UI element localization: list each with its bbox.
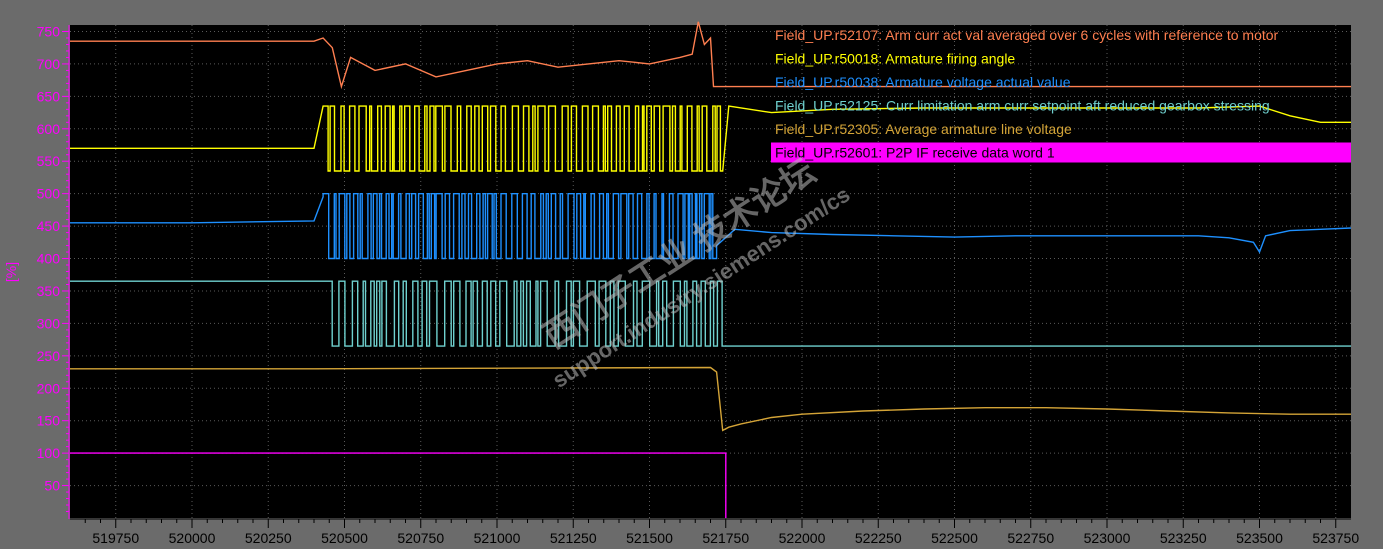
x-tick-label: 523500 [1236,530,1283,546]
x-tick-label: 521000 [474,530,521,546]
legend-entry: Field_UP.r50018: Armature firing angle [775,51,1015,67]
x-tick-label: 523750 [1312,530,1359,546]
y-axis: 50 100 150 200 250 300 350 400 450 500 550 600 650 70… [37,23,70,519]
trend-chart: 50 100 150 200 250 300 350 400 450 500 550 600 650 70… [3,21,1359,546]
y-tick-label: 550 [37,153,61,169]
x-axis: 519750 520000 520250 520500 520750 521000 5212… [70,518,1359,546]
x-tick-label: 519750 [92,530,139,546]
legend-entry: Field_UP.r52305: Average armature line v… [775,121,1072,137]
y-tick-label: 750 [37,23,61,39]
y-tick-label: 350 [37,283,61,299]
x-tick-label: 523000 [1084,530,1131,546]
y-tick-label: 400 [37,251,61,267]
x-tick-label: 520000 [169,530,216,546]
x-tick-label: 522500 [931,530,978,546]
y-tick-label: 650 [37,88,61,104]
x-tick-label: 521500 [626,530,673,546]
x-tick-label: 520250 [245,530,292,546]
y-tick-label: 250 [37,348,61,364]
y-tick-label: 150 [37,413,61,429]
legend-entry: Field_UP.r52125: Curr limitation arm cur… [775,98,1270,114]
y-tick-label: 600 [37,121,61,137]
x-tick-label: 520750 [397,530,444,546]
y-axis-label: [%] [3,262,19,282]
y-tick-label: 500 [37,186,61,202]
x-tick-label: 522000 [779,530,826,546]
y-tick-label: 450 [37,218,61,234]
x-tick-label: 523250 [1160,530,1207,546]
x-tick-label: 522250 [855,530,902,546]
legend-entry: Field_UP.r50038: Armature voltage actual… [775,74,1071,90]
legend-entry: Field_UP.r52601: P2P IF receive data wor… [775,145,1055,161]
x-tick-label: 520500 [321,530,368,546]
x-tick-label: 522750 [1007,530,1054,546]
x-tick-label: 521750 [702,530,749,546]
y-tick-label: 100 [37,445,61,461]
x-tick-label: 521250 [550,530,597,546]
y-tick-label: 200 [37,380,61,396]
y-tick-label: 700 [37,56,61,72]
y-tick-label: 50 [44,478,60,494]
y-tick-label: 300 [37,315,61,331]
legend-entry: Field_UP.r52107: Arm curr act val averag… [775,27,1279,43]
